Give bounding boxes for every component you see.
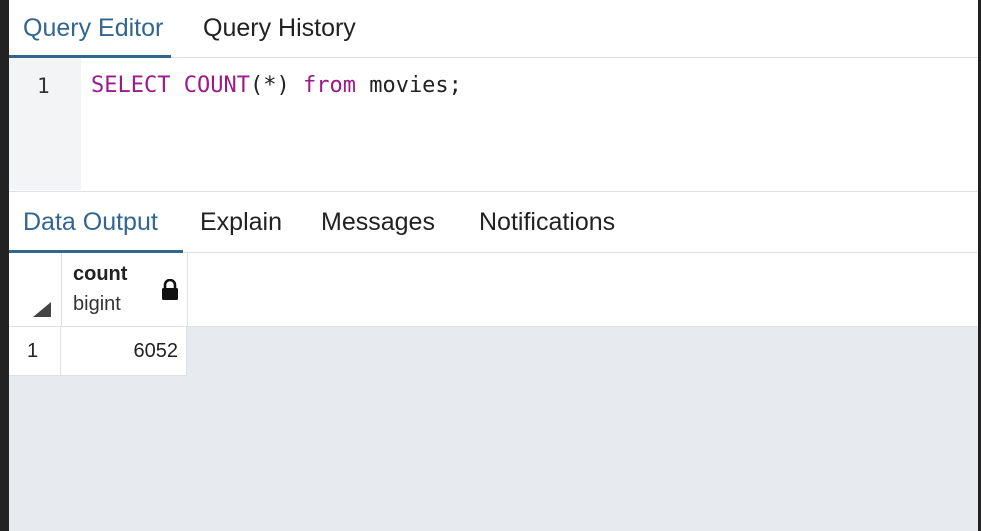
results-grid: count bigint 1 6052 [9, 253, 978, 531]
query-tool-panel: Query Editor Query History 1 SELECT COUN… [9, 0, 978, 531]
column-header-count[interactable]: count bigint [62, 253, 188, 326]
tab-data-output[interactable]: Data Output [9, 192, 183, 253]
column-name: count [73, 263, 128, 285]
table-row[interactable]: 1 6052 [9, 327, 187, 376]
line-number: 1 [37, 74, 50, 98]
tab-query-editor-label: Query Editor [23, 14, 164, 42]
table-name: movies; [369, 73, 462, 98]
tab-data-output-label: Data Output [23, 208, 158, 236]
function-count: COUNT [183, 73, 250, 98]
code-line[interactable]: SELECT COUNT(*) from movies; [91, 73, 462, 98]
tab-messages[interactable]: Messages [321, 192, 435, 252]
results-tab-bar: Data Output Explain Messages Notificatio… [9, 191, 978, 253]
column-type: bigint [73, 293, 121, 315]
tab-notifications-label: Notifications [479, 208, 616, 236]
line-number-gutter: 1 [9, 58, 81, 190]
keyword-from: from [302, 73, 356, 98]
sql-editor[interactable]: 1 SELECT COUNT(*) from movies; [9, 58, 978, 190]
tab-explain[interactable]: Explain [200, 192, 282, 252]
keyword-select: SELECT [91, 73, 171, 98]
grid-header-row: count bigint [9, 253, 978, 327]
tab-query-editor[interactable]: Query Editor [9, 0, 171, 58]
tab-explain-label: Explain [200, 208, 282, 236]
count-value-cell[interactable]: 6052 [62, 327, 187, 375]
row-number-cell[interactable]: 1 [9, 327, 61, 375]
tab-query-history[interactable]: Query History [203, 0, 356, 57]
function-args: (*) [249, 73, 290, 98]
editor-tab-bar: Query Editor Query History [9, 0, 978, 58]
tab-notifications[interactable]: Notifications [479, 192, 615, 252]
tab-query-history-label: Query History [203, 14, 356, 42]
tab-messages-label: Messages [321, 208, 435, 236]
lock-icon [162, 279, 178, 300]
select-all-cell[interactable] [9, 253, 62, 326]
select-all-triangle-icon [33, 302, 51, 317]
